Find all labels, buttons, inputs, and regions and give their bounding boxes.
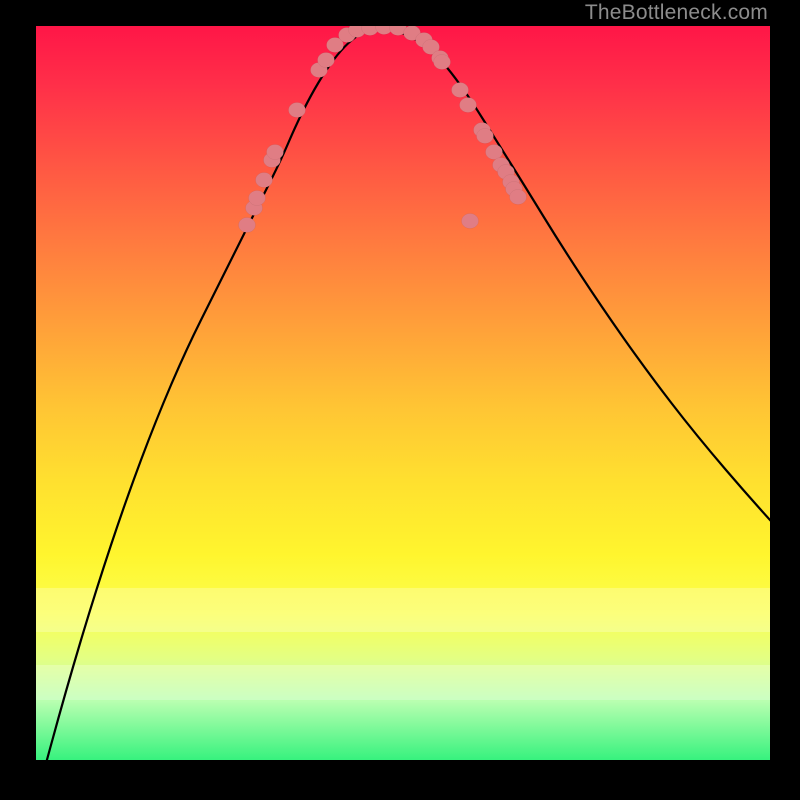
marker-point (460, 98, 477, 113)
marker-point (477, 129, 494, 144)
marker-point (256, 173, 273, 188)
marker-point (239, 218, 256, 233)
chart-frame: TheBottleneck.com (0, 0, 800, 800)
marker-point (462, 214, 479, 229)
marker-point (510, 190, 527, 205)
marker-point (267, 145, 284, 160)
watermark-text: TheBottleneck.com (585, 1, 768, 25)
marker-point (434, 55, 451, 70)
marker-point (289, 103, 306, 118)
marker-point (486, 145, 503, 160)
curve-right (361, 26, 770, 570)
marker-point (318, 53, 335, 68)
curves-svg (36, 26, 770, 760)
marker-point (452, 83, 469, 98)
curve-left (36, 26, 401, 760)
plot-area (36, 26, 770, 760)
marker-point (249, 191, 266, 206)
marker-group (239, 26, 527, 233)
